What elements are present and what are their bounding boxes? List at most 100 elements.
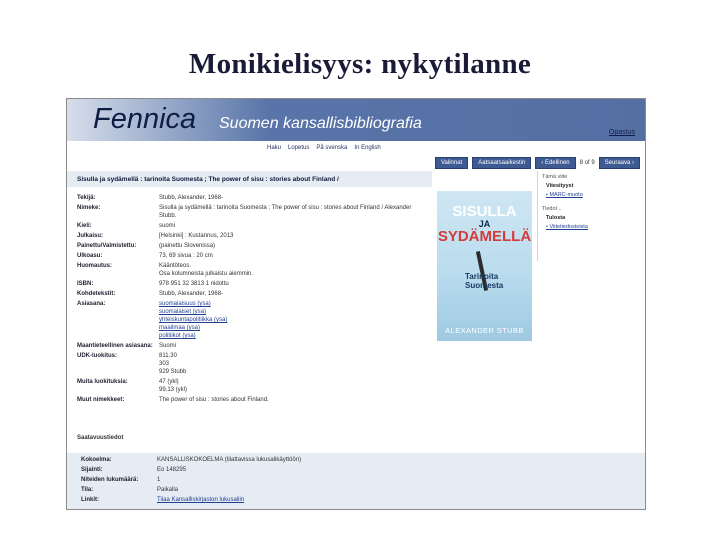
sidebar-heading-record: Tämä viite [542,174,568,180]
record-field-label: Ulkoasu: [77,253,103,259]
holdings-row: Tila: Paikalla [81,487,621,493]
sidebar-item-export[interactable]: • Viitetiedostoista [546,224,642,230]
record-field-value: [Helsinki] : Kustannus, 2013 [159,233,234,239]
cover-subtitle2: Suomesta [465,281,504,290]
cover-line1: SISULLA [452,203,517,220]
nav-english[interactable]: In English [354,145,380,151]
record-button-bar: Valinnat Aatsaatsaaikestin ‹ Edellinen 8… [435,157,641,169]
previous-button[interactable]: ‹ Edellinen [535,157,576,169]
nav-logout[interactable]: Lopetus [288,145,309,151]
record-field-values: 47 (ykl) 99.13 (ykl) [159,378,437,394]
page-indicator: 8 of 9 [579,160,595,166]
record-field-value: 73, 69 sivua : 20 cm [159,253,213,259]
record-sidebar: Tämä viite Vitesityyst • MARC-muoto Tied… [537,171,642,261]
record-field-label: Nimeke: [77,205,101,211]
record-field-values: The power of sisu : stories about Finlan… [159,396,437,404]
record-field-row: Painettu/Valmistettu: (painettu Sloveniss… [77,242,437,250]
subject-link[interactable]: suomalaiset (ysa) [159,308,437,316]
help-link[interactable]: Opastus [609,129,635,136]
record-field-values: Stubb, Alexander, 1968- [159,290,437,298]
record-field-value: The power of sisu : stories about Finlan… [159,397,269,403]
sidebar-heading-actions: Tiedot .. [542,206,562,212]
record-field-values: 73, 69 sivua : 20 cm [159,252,437,260]
record-field-values: Suomi [159,342,437,350]
options-button[interactable]: Valinnat [435,157,469,169]
subject-link[interactable]: politiikot (ysa) [159,332,437,340]
record-field-row: Tekijä: Stubb, Alexander, 1968- [77,194,437,202]
holdings-row: Linkit: Tilaa Kansalliskirjaston lukusal… [81,497,621,503]
sidebar-item-display[interactable]: Vitesityyst [546,183,642,189]
fennica-banner: Fennica Suomen kansallisbibliografia Opa… [67,99,645,141]
next-button[interactable]: Seuraava › [598,157,641,169]
record-field-values: 978 951 32 3813 1 nidottu [159,280,437,288]
holdings-table: Kokoelma: KANSALLISKOKOELMA (tilattaviss… [67,453,645,509]
record-field-label: Muut nimekkeet: [77,397,125,403]
nav-search[interactable]: Haku [267,145,281,151]
record-field-values: suomalaisuus (ysa) suomalaiset (ysa) yhtei… [159,300,437,340]
top-nav: Haku Lopetus På svenska In English [267,145,381,151]
record-field-value: Stubb, Alexander, 1968- [159,291,224,297]
holdings-label: Kokoelma: [81,457,112,463]
subject-link[interactable]: suomalaisuus (ysa) [159,300,437,308]
holdings-value: 1 [157,477,161,483]
record-field-values: Stubb, Alexander, 1968- [159,194,437,202]
record-field-label: Kohdetekstit: [77,291,116,297]
subject-link[interactable]: yhteiskuntapolitiikka (ysa) [159,316,437,324]
record-title: Sisulla ja sydämellä : tarinoita Suomest… [77,176,339,183]
cover-subtitle1: Tarinoita [465,272,499,281]
record-field-row: Julkaisu: [Helsinki] : Kustannus, 2013 [77,232,437,240]
record-field-values: Sisulla ja sydämellä : tarinoita Suomest… [159,204,437,220]
holdings-row: Sijainti: Eo 148295 [81,467,621,473]
record-field-values: suomi [159,222,437,230]
record-field-value: 978 951 32 3813 1 nidottu [159,281,229,287]
cover-line3: SYDÄMELLÄ [437,228,532,245]
record-field-label: Kieli: [77,223,92,229]
record-field-value: 303 [159,361,170,367]
record-field-value: 47 (ykl) [159,379,179,385]
record-field-values: 811.30 303 929 Stubb [159,352,437,376]
record-field-label: UDK-luokitus: [77,353,117,359]
record-field-value: suomi [159,223,176,229]
record-field-values: Kääntöteos. Osa kolumneista julkaistu aie… [159,262,437,278]
fennica-screenshot: Fennica Suomen kansallisbibliografia Opa… [66,98,646,510]
record-field-value: 811.30 [159,353,177,359]
record-field-values: (painettu Slovenissa) [159,242,437,250]
record-field-row: Muita luokituksia: 47 (ykl) 99.13 (ykl) [77,378,437,394]
record-field-row: Nimeke: Sisulla ja sydämellä : tarinoita … [77,204,437,220]
record-field-value: Stubb, Alexander, 1968- [159,195,224,201]
record-field-label: Huomautus: [77,263,112,269]
record-field-value: 99.13 (ykl) [159,387,188,393]
holdings-label: Linkit: [81,497,99,503]
record-field-row: Kieli: suomi [77,222,437,230]
nav-swedish[interactable]: På svenska [316,145,347,151]
record-field-row: ISBN: 978 951 32 3813 1 nidottu [77,280,437,288]
sidebar-item-marc[interactable]: • MARC-muoto [546,192,642,198]
sidebar-item-print[interactable]: Tulosta [546,215,642,221]
record-field-row: UDK-luokitus: 811.30 303 929 Stubb [77,352,437,376]
record-field-row: Asiasana: suomalaisuus (ysa) suomalaiset (… [77,300,437,340]
banner-subtitle: Suomen kansallisbibliografia [219,115,422,132]
record-field-row: Ulkoasu: 73, 69 sivua : 20 cm [77,252,437,260]
holdings-row: Niteiden lukumäärä: 1 [81,477,621,483]
record-field-row: Kohdetekstit: Stubb, Alexander, 1968- [77,290,437,298]
record-fields: Tekijä: Stubb, Alexander, 1968- Nimeke: Sis… [77,194,437,406]
cover-subtitle: Tarinoita Suomesta [465,272,503,290]
record-field-label: Julkaisu: [77,233,104,239]
holdings-label: Niteiden lukumäärä: [81,477,139,483]
holdings-row: Kokoelma: KANSALLISKOKOELMA (tilattaviss… [81,457,621,463]
cover-title: SISULLA JA SYDÄMELLÄ [437,204,532,245]
record-field-value: 929 Stubb [159,369,187,375]
holdings-value: Paikalla [157,487,179,493]
record-field-row: Muut nimekkeet: The power of sisu : stori… [77,396,437,404]
record-field-label: Painettu/Valmistettu: [77,243,137,249]
email-button[interactable]: Aatsaatsaaikestin [472,157,532,169]
book-cover: SISULLA JA SYDÄMELLÄ Tarinoita Suomesta … [437,191,532,341]
holdings-value: Eo 148295 [157,467,187,473]
record-field-row: Maantieteellinen asiasana: Suomi [77,342,437,350]
order-to-reading-room-link[interactable]: Tilaa Kansalliskirjaston lukusaliin [157,497,244,503]
record-field-value: (painettu Slovenissa) [159,243,216,249]
subject-link[interactable]: maailmaa (ysa) [159,324,437,332]
record-field-values: [Helsinki] : Kustannus, 2013 [159,232,437,240]
record-field-label: Maantieteellinen asiasana: [77,343,153,349]
record-field-value: Kääntöteos. [159,263,192,269]
